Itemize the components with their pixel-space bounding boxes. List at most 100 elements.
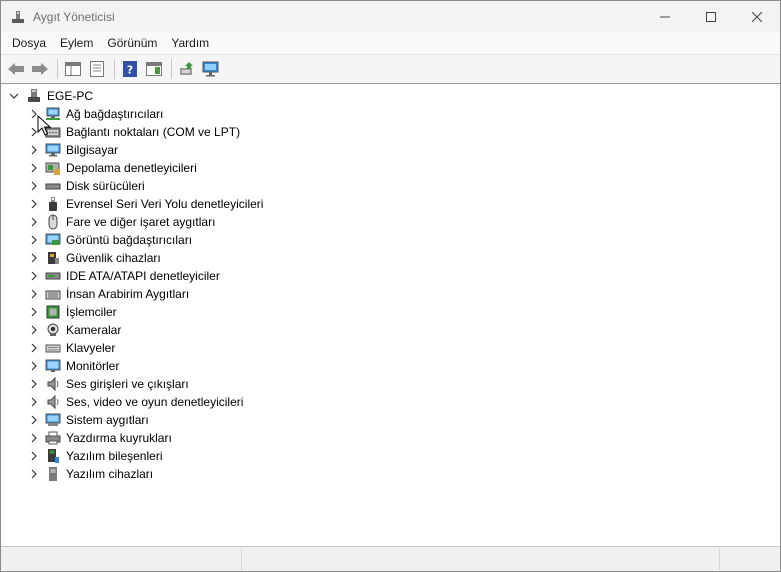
chevron-right-icon[interactable] bbox=[29, 469, 39, 479]
chevron-right-icon[interactable] bbox=[29, 109, 39, 119]
tree-item[interactable]: Yazılım cihazları bbox=[1, 465, 780, 483]
keyboard-icon bbox=[45, 344, 61, 353]
chevron-right-icon[interactable] bbox=[29, 145, 39, 155]
chevron-right-icon[interactable] bbox=[29, 379, 39, 389]
port-icon bbox=[45, 127, 61, 138]
tree-item[interactable]: Disk sürücüleri bbox=[1, 177, 780, 195]
chevron-right-icon[interactable] bbox=[29, 163, 39, 173]
sound-controller-icon bbox=[47, 394, 59, 410]
software-component-icon bbox=[48, 449, 59, 463]
tree-item[interactable]: Güvenlik cihazları bbox=[1, 249, 780, 267]
action-pane-button[interactable] bbox=[143, 58, 165, 80]
tree-item[interactable]: Klavyeler bbox=[1, 339, 780, 357]
tree-root-label: EGE-PC bbox=[47, 89, 94, 103]
tree-item[interactable]: Yazdırma kuyrukları bbox=[1, 429, 780, 447]
tree-item[interactable]: Yazılım bileşenleri bbox=[1, 447, 780, 465]
tree-item-label: Sistem aygıtları bbox=[66, 413, 149, 427]
chevron-right-icon[interactable] bbox=[29, 415, 39, 425]
menu-action[interactable]: Eylem bbox=[53, 32, 100, 54]
tree-item[interactable]: Fare ve diğer işaret aygıtları bbox=[1, 213, 780, 231]
usb-icon bbox=[49, 197, 57, 211]
status-pane-3 bbox=[720, 548, 780, 570]
minimize-button[interactable] bbox=[642, 1, 688, 32]
menu-view[interactable]: Görünüm bbox=[100, 32, 164, 54]
chevron-right-icon[interactable] bbox=[29, 235, 39, 245]
maximize-icon bbox=[706, 11, 716, 22]
tree-item[interactable]: Bilgisayar bbox=[1, 141, 780, 159]
tree-item[interactable]: Ses, video ve oyun denetleyicileri bbox=[1, 393, 780, 411]
toolbar-separator bbox=[57, 59, 58, 79]
tree-item[interactable]: İşlemciler bbox=[1, 303, 780, 321]
device-manager-window: Aygıt Yöneticisi Dosya Eylem Görünüm Yar… bbox=[0, 0, 781, 572]
tree-item[interactable]: Kameralar bbox=[1, 321, 780, 339]
menu-help[interactable]: Yardım bbox=[164, 32, 216, 54]
title-bar[interactable]: Aygıt Yöneticisi bbox=[1, 1, 780, 32]
chevron-right-icon[interactable] bbox=[29, 361, 39, 371]
back-button[interactable] bbox=[5, 58, 27, 80]
tree-item[interactable]: Sistem aygıtları bbox=[1, 411, 780, 429]
tree-item-label: Yazdırma kuyrukları bbox=[66, 431, 172, 445]
device-tree[interactable]: EGE-PC Ağ bağdaştırıcıları Bağlantı nokta… bbox=[1, 85, 780, 546]
chevron-right-icon[interactable] bbox=[29, 199, 39, 209]
help-icon: ? bbox=[123, 61, 137, 77]
update-driver-icon bbox=[180, 62, 193, 75]
svg-text:?: ? bbox=[127, 64, 133, 77]
tree-item[interactable]: İnsan Arabirim Aygıtları bbox=[1, 285, 780, 303]
tree-item[interactable]: Görüntü bağdaştırıcıları bbox=[1, 231, 780, 249]
processor-icon bbox=[46, 305, 60, 319]
chevron-right-icon[interactable] bbox=[29, 181, 39, 191]
chevron-right-icon[interactable] bbox=[29, 271, 39, 281]
chevron-right-icon[interactable] bbox=[29, 451, 39, 461]
camera-icon bbox=[47, 323, 59, 336]
tree-item[interactable]: Monitörler bbox=[1, 357, 780, 375]
tree-item[interactable]: Ses girişleri ve çıkışları bbox=[1, 375, 780, 393]
tree-item-label: Bağlantı noktaları (COM ve LPT) bbox=[66, 125, 241, 139]
forward-arrow-icon bbox=[32, 63, 48, 75]
security-device-icon bbox=[48, 252, 59, 264]
chevron-right-icon[interactable] bbox=[29, 325, 39, 335]
tree-item-label: Bilgisayar bbox=[66, 143, 119, 157]
properties-icon bbox=[90, 61, 104, 77]
tree-item-label: Ses, video ve oyun denetleyicileri bbox=[66, 395, 244, 409]
scan-hardware-button[interactable] bbox=[200, 58, 222, 80]
tree-item[interactable]: IDE ATA/ATAPI denetleyiciler bbox=[1, 267, 780, 285]
chevron-right-icon[interactable] bbox=[29, 397, 39, 407]
tree-item[interactable]: Depolama denetleyicileri bbox=[1, 159, 780, 177]
chevron-right-icon[interactable] bbox=[29, 217, 39, 227]
update-driver-button[interactable] bbox=[176, 58, 198, 80]
chevron-right-icon[interactable] bbox=[29, 343, 39, 353]
chevron-right-icon[interactable] bbox=[29, 289, 39, 299]
menu-file[interactable]: Dosya bbox=[5, 32, 53, 54]
chevron-right-icon[interactable] bbox=[29, 433, 39, 443]
tree-item-label: Klavyeler bbox=[66, 341, 116, 355]
tree-root[interactable]: EGE-PC bbox=[1, 87, 780, 105]
tree-item-label: İşlemciler bbox=[66, 305, 117, 319]
tree-item-label: Yazılım cihazları bbox=[66, 467, 154, 481]
properties-button[interactable] bbox=[86, 58, 108, 80]
show-hide-console-tree-button[interactable] bbox=[62, 58, 84, 80]
forward-button[interactable] bbox=[29, 58, 51, 80]
close-button[interactable] bbox=[734, 1, 780, 32]
tree-item-label: İnsan Arabirim Aygıtları bbox=[66, 287, 190, 301]
tree-item-label: Disk sürücüleri bbox=[66, 179, 145, 193]
hid-icon bbox=[45, 290, 61, 300]
tree-item[interactable]: Bağlantı noktaları (COM ve LPT) bbox=[1, 123, 780, 141]
tree-item-label: Monitörler bbox=[66, 359, 120, 373]
mouse-icon bbox=[48, 214, 58, 230]
system-device-icon bbox=[45, 413, 61, 426]
tree-item-label: Fare ve diğer işaret aygıtları bbox=[66, 215, 216, 229]
help-button[interactable]: ? bbox=[119, 58, 141, 80]
disk-drive-icon bbox=[45, 183, 61, 190]
tree-item[interactable]: Evrensel Seri Veri Yolu denetleyicileri bbox=[1, 195, 780, 213]
tree-item-label: Ağ bağdaştırıcıları bbox=[66, 107, 164, 121]
maximize-button[interactable] bbox=[688, 1, 734, 32]
tree-item[interactable]: Ağ bağdaştırıcıları bbox=[1, 105, 780, 123]
tree-item-label: Ses girişleri ve çıkışları bbox=[66, 377, 189, 391]
chevron-down-icon[interactable] bbox=[9, 91, 19, 101]
status-pane-1 bbox=[1, 548, 242, 570]
chevron-right-icon[interactable] bbox=[29, 307, 39, 317]
tree-item-label: Kameralar bbox=[66, 323, 122, 337]
toolbar: ? bbox=[1, 54, 780, 84]
chevron-right-icon[interactable] bbox=[29, 127, 39, 137]
chevron-right-icon[interactable] bbox=[29, 253, 39, 263]
